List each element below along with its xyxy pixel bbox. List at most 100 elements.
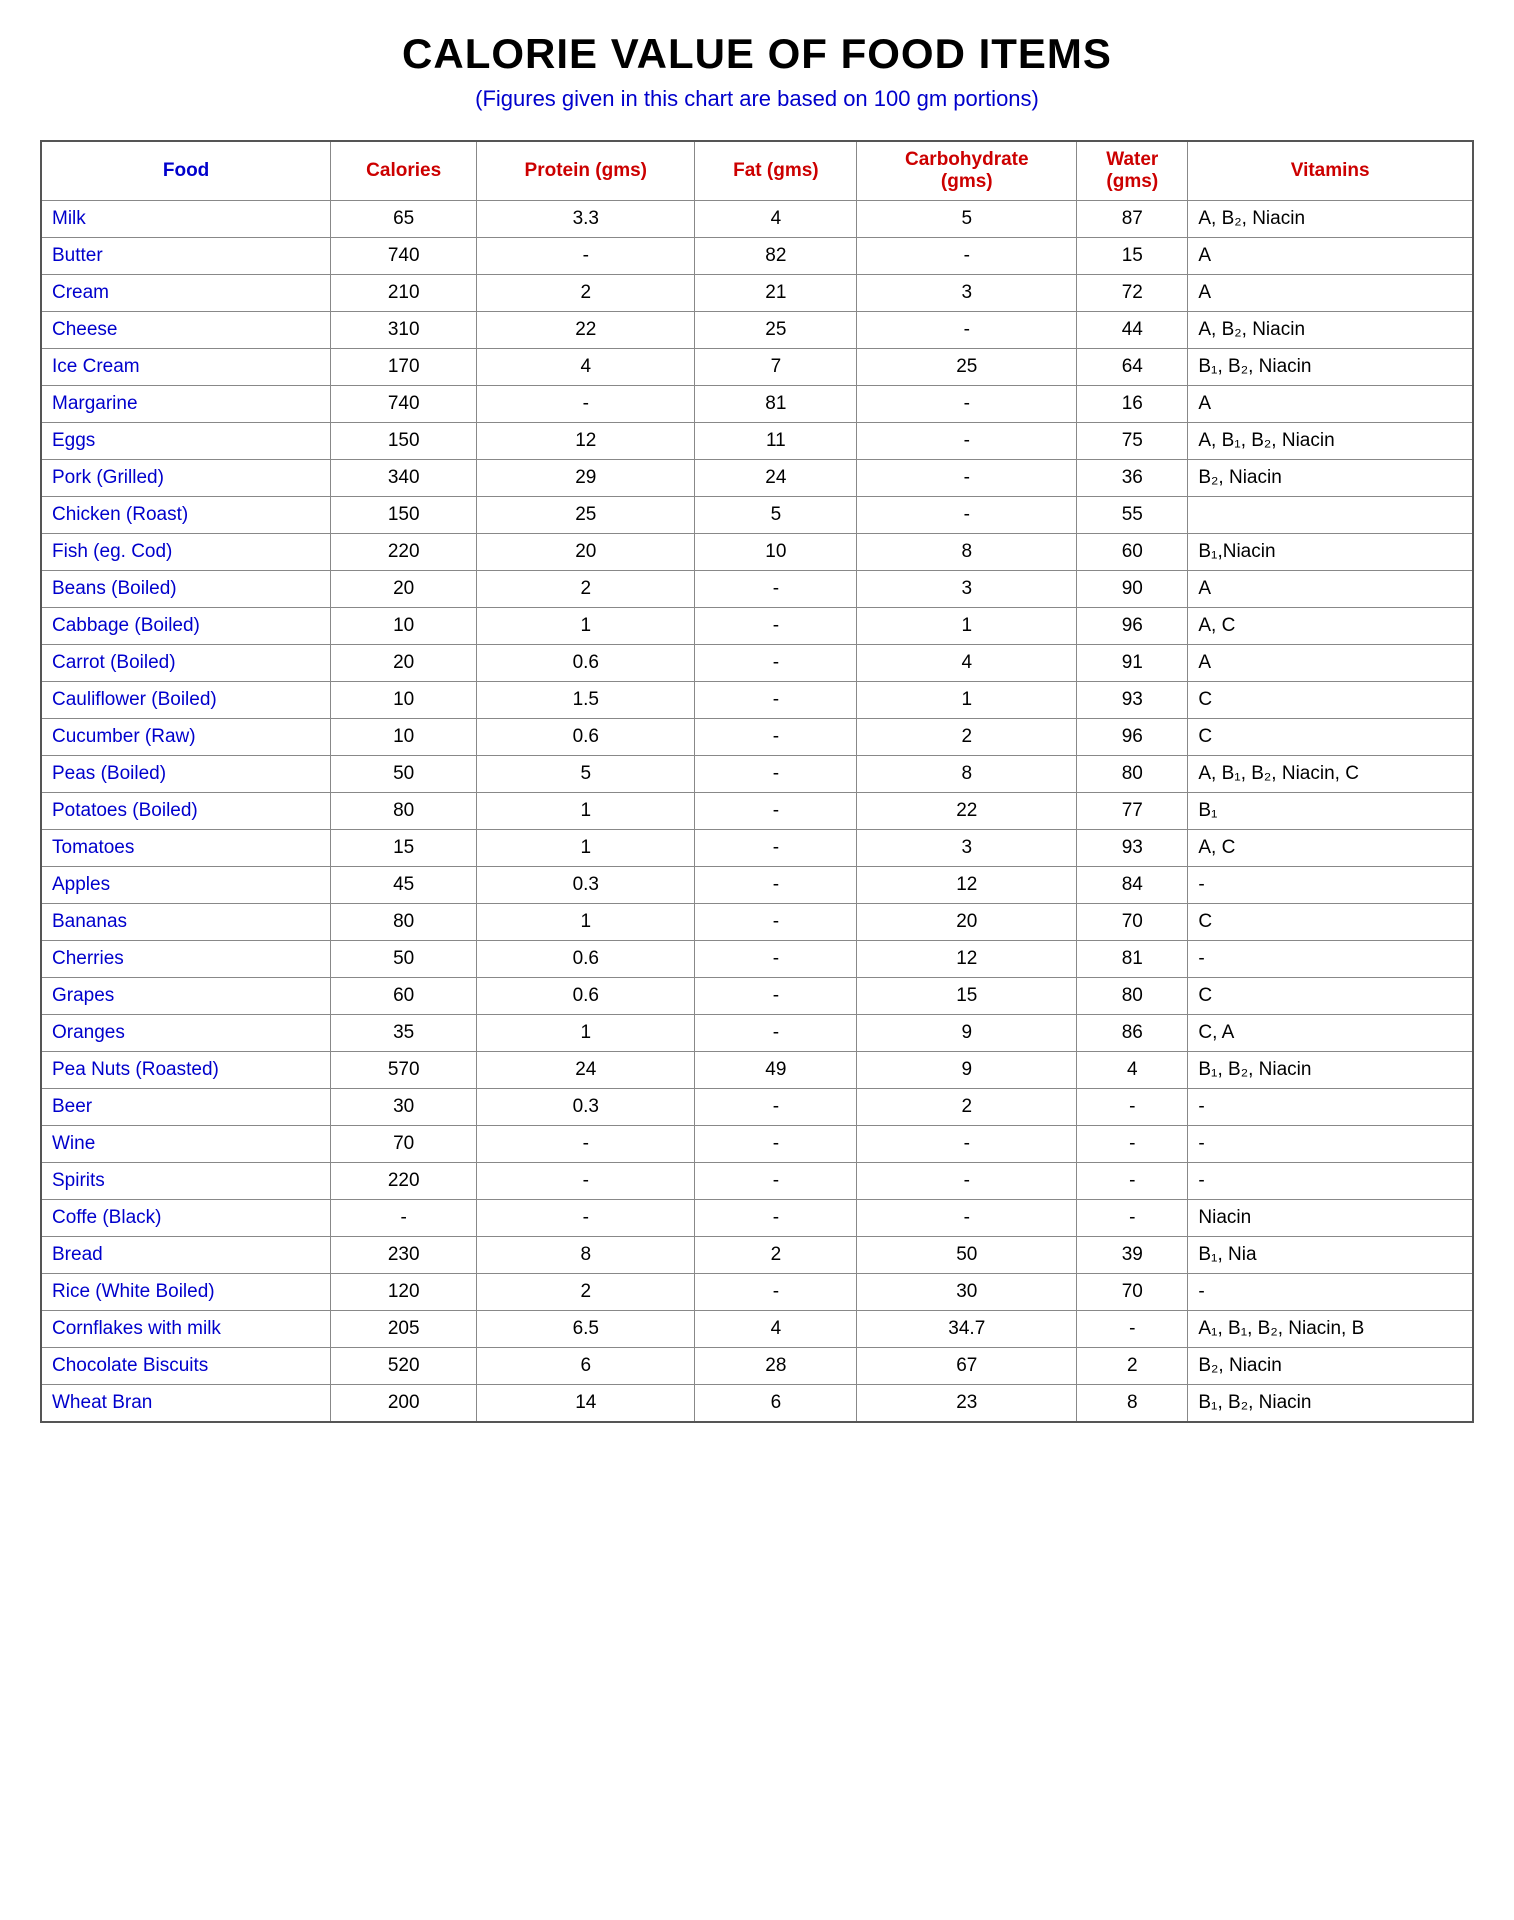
cell-protein: - (477, 238, 695, 275)
cell-protein: 1 (477, 830, 695, 867)
table-row: Coffe (Black)-----Niacin (41, 1200, 1473, 1237)
cell-protein: - (477, 1126, 695, 1163)
cell-calories: 520 (331, 1348, 477, 1385)
cell-water: 4 (1077, 1052, 1188, 1089)
cell-fat: 11 (695, 423, 857, 460)
cell-carb: - (857, 460, 1077, 497)
table-row: Carrot (Boiled)200.6-491A (41, 645, 1473, 682)
cell-protein: 1 (477, 608, 695, 645)
table-row: Oranges351-986C, A (41, 1015, 1473, 1052)
cell-fat: 2 (695, 1237, 857, 1274)
cell-fat: - (695, 793, 857, 830)
cell-carb: 12 (857, 941, 1077, 978)
cell-water: 93 (1077, 830, 1188, 867)
cell-carb: - (857, 497, 1077, 534)
cell-fat: - (695, 1015, 857, 1052)
cell-fat: - (695, 1200, 857, 1237)
cell-food: Cabbage (Boiled) (41, 608, 331, 645)
cell-carb: 9 (857, 1052, 1077, 1089)
cell-fat: - (695, 571, 857, 608)
cell-fat: - (695, 608, 857, 645)
cell-fat: - (695, 904, 857, 941)
cell-food: Margarine (41, 386, 331, 423)
col-fat: Fat (gms) (695, 141, 857, 201)
table-row: Fish (eg. Cod)2202010860B₁,Niacin (41, 534, 1473, 571)
cell-carb: 30 (857, 1274, 1077, 1311)
cell-water: 16 (1077, 386, 1188, 423)
cell-calories: 740 (331, 386, 477, 423)
cell-water: 44 (1077, 312, 1188, 349)
table-row: Bananas801-2070C (41, 904, 1473, 941)
cell-calories: 120 (331, 1274, 477, 1311)
cell-calories: 20 (331, 645, 477, 682)
cell-vitamins: - (1188, 1163, 1473, 1200)
cell-water: 80 (1077, 978, 1188, 1015)
cell-vitamins: C, A (1188, 1015, 1473, 1052)
table-row: Cauliflower (Boiled)101.5-193C (41, 682, 1473, 719)
cell-protein: 20 (477, 534, 695, 571)
cell-calories: 200 (331, 1385, 477, 1423)
cell-calories: 60 (331, 978, 477, 1015)
cell-vitamins: A, C (1188, 830, 1473, 867)
cell-water: 96 (1077, 608, 1188, 645)
cell-vitamins: A (1188, 275, 1473, 312)
cell-carb: 2 (857, 1089, 1077, 1126)
cell-protein: 5 (477, 756, 695, 793)
cell-water: 72 (1077, 275, 1188, 312)
cell-fat: 81 (695, 386, 857, 423)
table-row: Chicken (Roast)150255-55 (41, 497, 1473, 534)
table-row: Pork (Grilled)3402924-36B₂, Niacin (41, 460, 1473, 497)
cell-carb: - (857, 1163, 1077, 1200)
cell-calories: 230 (331, 1237, 477, 1274)
cell-vitamins: A (1188, 645, 1473, 682)
cell-water: 93 (1077, 682, 1188, 719)
cell-water: 96 (1077, 719, 1188, 756)
cell-carb: 1 (857, 682, 1077, 719)
cell-carb: 9 (857, 1015, 1077, 1052)
cell-fat: 10 (695, 534, 857, 571)
cell-protein: 0.6 (477, 645, 695, 682)
cell-carb: 22 (857, 793, 1077, 830)
cell-carb: 1 (857, 608, 1077, 645)
cell-food: Beans (Boiled) (41, 571, 331, 608)
cell-water: 60 (1077, 534, 1188, 571)
cell-vitamins: A, B₁, B₂, Niacin (1188, 423, 1473, 460)
col-vitamins: Vitamins (1188, 141, 1473, 201)
cell-protein: - (477, 386, 695, 423)
cell-calories: 10 (331, 682, 477, 719)
cell-vitamins: B₂, Niacin (1188, 460, 1473, 497)
col-protein: Protein (gms) (477, 141, 695, 201)
cell-vitamins: B₁, B₂, Niacin (1188, 1385, 1473, 1423)
table-row: Apples450.3-1284- (41, 867, 1473, 904)
table-row: Wine70----- (41, 1126, 1473, 1163)
cell-vitamins: A (1188, 571, 1473, 608)
cell-carb: 34.7 (857, 1311, 1077, 1348)
cell-water: - (1077, 1163, 1188, 1200)
cell-fat: 4 (695, 1311, 857, 1348)
cell-fat: 5 (695, 497, 857, 534)
cell-protein: 22 (477, 312, 695, 349)
page-subtitle: (Figures given in this chart are based o… (40, 86, 1474, 112)
cell-protein: 1 (477, 1015, 695, 1052)
table-row: Rice (White Boiled)1202-3070- (41, 1274, 1473, 1311)
cell-food: Cherries (41, 941, 331, 978)
cell-water: 91 (1077, 645, 1188, 682)
cell-fat: - (695, 867, 857, 904)
cell-vitamins: B₁,Niacin (1188, 534, 1473, 571)
table-row: Grapes600.6-1580C (41, 978, 1473, 1015)
cell-calories: 15 (331, 830, 477, 867)
table-row: Cream210221372A (41, 275, 1473, 312)
cell-protein: 2 (477, 275, 695, 312)
table-row: Ice Cream170472564B₁, B₂, Niacin (41, 349, 1473, 386)
cell-protein: 14 (477, 1385, 695, 1423)
cell-water: 80 (1077, 756, 1188, 793)
cell-calories: 10 (331, 608, 477, 645)
cell-food: Chocolate Biscuits (41, 1348, 331, 1385)
cell-food: Eggs (41, 423, 331, 460)
cell-food: Cauliflower (Boiled) (41, 682, 331, 719)
cell-vitamins: A (1188, 238, 1473, 275)
table-row: Chocolate Biscuits520628672B₂, Niacin (41, 1348, 1473, 1385)
cell-protein: 25 (477, 497, 695, 534)
cell-water: 55 (1077, 497, 1188, 534)
table-row: Tomatoes151-393A, C (41, 830, 1473, 867)
